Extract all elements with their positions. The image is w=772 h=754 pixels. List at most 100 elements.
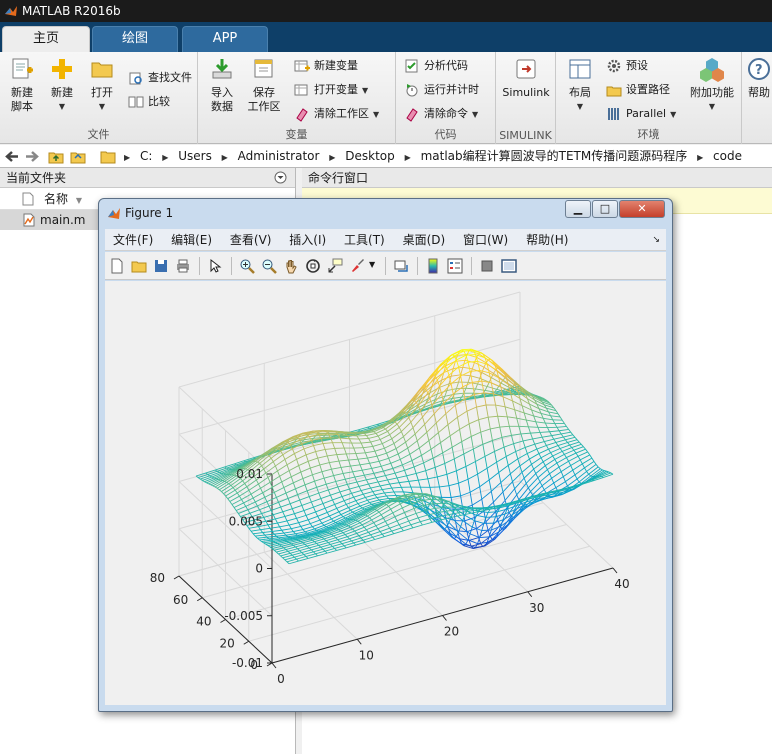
menu-file[interactable]: 文件(F) [113, 229, 153, 251]
mesh-line [485, 404, 489, 418]
mesh-line [404, 466, 415, 471]
mesh-line [510, 465, 521, 475]
figure-window[interactable]: Figure 1 ▁ □ ✕ 文件(F) 编辑(E) 查看(V) 插入(I) 工… [98, 198, 673, 712]
mesh-line [401, 524, 411, 529]
parallel-button[interactable]: Parallel ▼ [606, 104, 676, 124]
mesh-line [298, 522, 302, 527]
menu-edit[interactable]: 编辑(E) [171, 229, 212, 251]
preferences-button[interactable]: 预设 [606, 56, 648, 76]
hide-plot-tools-icon[interactable] [479, 258, 495, 274]
mesh-line [286, 520, 290, 526]
minimize-button[interactable]: ▁ [565, 200, 591, 218]
compare-button[interactable]: 比较 [128, 92, 170, 112]
forward-arrow-icon[interactable] [24, 149, 40, 164]
path-segment[interactable]: matlab编程计算圆波导的TETM传播问题源码程序 [421, 145, 688, 168]
rotate-3d-icon[interactable] [305, 258, 321, 274]
figure-title-bar[interactable]: Figure 1 ▁ □ ✕ [99, 199, 672, 227]
import-data-button[interactable]: 导入 数据 [202, 56, 242, 114]
colorbar-icon[interactable] [425, 258, 441, 274]
zoom-in-icon[interactable] [239, 258, 255, 274]
mesh-line [447, 424, 451, 436]
open-variable-button[interactable]: 打开变量 ▼ [294, 80, 368, 100]
tab-plots[interactable]: 绘图 [92, 26, 178, 52]
mesh-line [446, 509, 457, 512]
path-segment[interactable]: Desktop [345, 145, 395, 168]
menu-window[interactable]: 窗口(W) [463, 229, 508, 251]
mesh-line [206, 482, 209, 485]
browse-folder-icon[interactable] [70, 149, 86, 164]
mesh-line [537, 427, 541, 433]
mesh-line [381, 462, 391, 467]
simulink-button[interactable]: Simulink [502, 56, 550, 100]
menu-tools[interactable]: 工具(T) [344, 229, 385, 251]
zoom-out-icon[interactable] [261, 258, 277, 274]
tab-apps[interactable]: APP [182, 26, 268, 52]
layout-button[interactable]: 布局 ▼ [560, 56, 600, 114]
new-variable-button[interactable]: 新建变量 [294, 56, 358, 76]
menu-view[interactable]: 查看(V) [230, 229, 272, 251]
mesh-line [351, 537, 362, 542]
menu-desktop[interactable]: 桌面(D) [403, 229, 446, 251]
open-file-icon[interactable] [131, 258, 147, 274]
mesh-line [357, 503, 361, 507]
y-tick-label: 20 [219, 636, 234, 650]
run-and-time-button[interactable]: 运行并计时 [404, 80, 479, 100]
tab-home[interactable]: 主页 [2, 26, 90, 52]
mesh-line [550, 415, 561, 418]
brush-icon[interactable] [349, 258, 365, 274]
legend-icon[interactable] [447, 258, 463, 274]
figure-canvas[interactable]: -0.01 -0.005 0 0.005 0.01 0 10 20 30 40 0 20 40 60 80 [105, 281, 666, 705]
show-plot-tools-icon[interactable] [501, 258, 517, 274]
new-figure-icon[interactable] [109, 258, 125, 274]
panel-menu-icon[interactable] [274, 171, 287, 184]
print-icon[interactable] [175, 258, 191, 274]
menu-insert[interactable]: 插入(I) [289, 229, 326, 251]
mesh-line [294, 554, 304, 558]
save-icon[interactable] [153, 258, 169, 274]
open-button[interactable]: 打开 ▼ [82, 56, 122, 114]
menu-dock-arrow-icon[interactable]: ↘ [652, 229, 660, 251]
addons-button[interactable]: 附加功能 ▼ [688, 56, 736, 114]
mesh-line [540, 457, 544, 462]
menu-help[interactable]: 帮助(H) [526, 229, 568, 251]
edit-plot-arrow-icon[interactable] [207, 258, 223, 274]
mesh-line [392, 507, 403, 514]
clear-workspace-button[interactable]: 清除工作区 ▼ [294, 104, 379, 124]
pan-hand-icon[interactable] [283, 258, 299, 274]
up-folder-icon[interactable] [48, 149, 64, 164]
maximize-button[interactable]: □ [592, 200, 618, 218]
new-script-button[interactable]: 新建 脚本 [2, 56, 42, 114]
mesh-line [315, 550, 326, 555]
mesh-line [536, 445, 547, 450]
clear-commands-button[interactable]: 清除命令 ▼ [404, 104, 478, 124]
close-button[interactable]: ✕ [619, 200, 665, 218]
back-arrow-icon[interactable] [4, 149, 20, 164]
mesh-line [241, 493, 252, 500]
mesh-line [454, 405, 458, 418]
mesh-line [400, 431, 404, 437]
path-segment[interactable]: Users [178, 145, 212, 168]
find-files-button[interactable]: 查找文件 [128, 68, 192, 88]
help-button[interactable]: ? 帮助 [744, 56, 772, 100]
mesh-line [277, 522, 280, 528]
mesh-line [287, 548, 298, 552]
path-segment[interactable]: code [713, 145, 742, 168]
save-workspace-button[interactable]: 保存 工作区 [244, 56, 284, 114]
data-cursor-icon[interactable] [327, 258, 343, 274]
brush-dropdown-icon[interactable]: ▼ [369, 260, 375, 269]
mesh-line [468, 419, 479, 425]
matlab-logo-icon [5, 6, 17, 16]
mesh-line [314, 429, 325, 432]
mesh-line [503, 447, 507, 457]
mesh-plot[interactable]: -0.01 -0.005 0 0.005 0.01 0 10 20 30 40 0 20 40 60 80 [105, 281, 666, 705]
path-segment[interactable]: C: [140, 145, 152, 168]
set-path-button[interactable]: 设置路径 [606, 80, 670, 100]
path-segment[interactable]: Administrator [238, 145, 320, 168]
mesh-surface[interactable] [195, 348, 614, 565]
mesh-line [394, 421, 398, 425]
link-plot-icon[interactable] [393, 258, 409, 274]
new-button[interactable]: 新建 ▼ [42, 56, 82, 114]
mesh-line [359, 437, 369, 440]
analyze-code-button[interactable]: 分析代码 [404, 56, 468, 76]
mesh-line [252, 497, 256, 503]
